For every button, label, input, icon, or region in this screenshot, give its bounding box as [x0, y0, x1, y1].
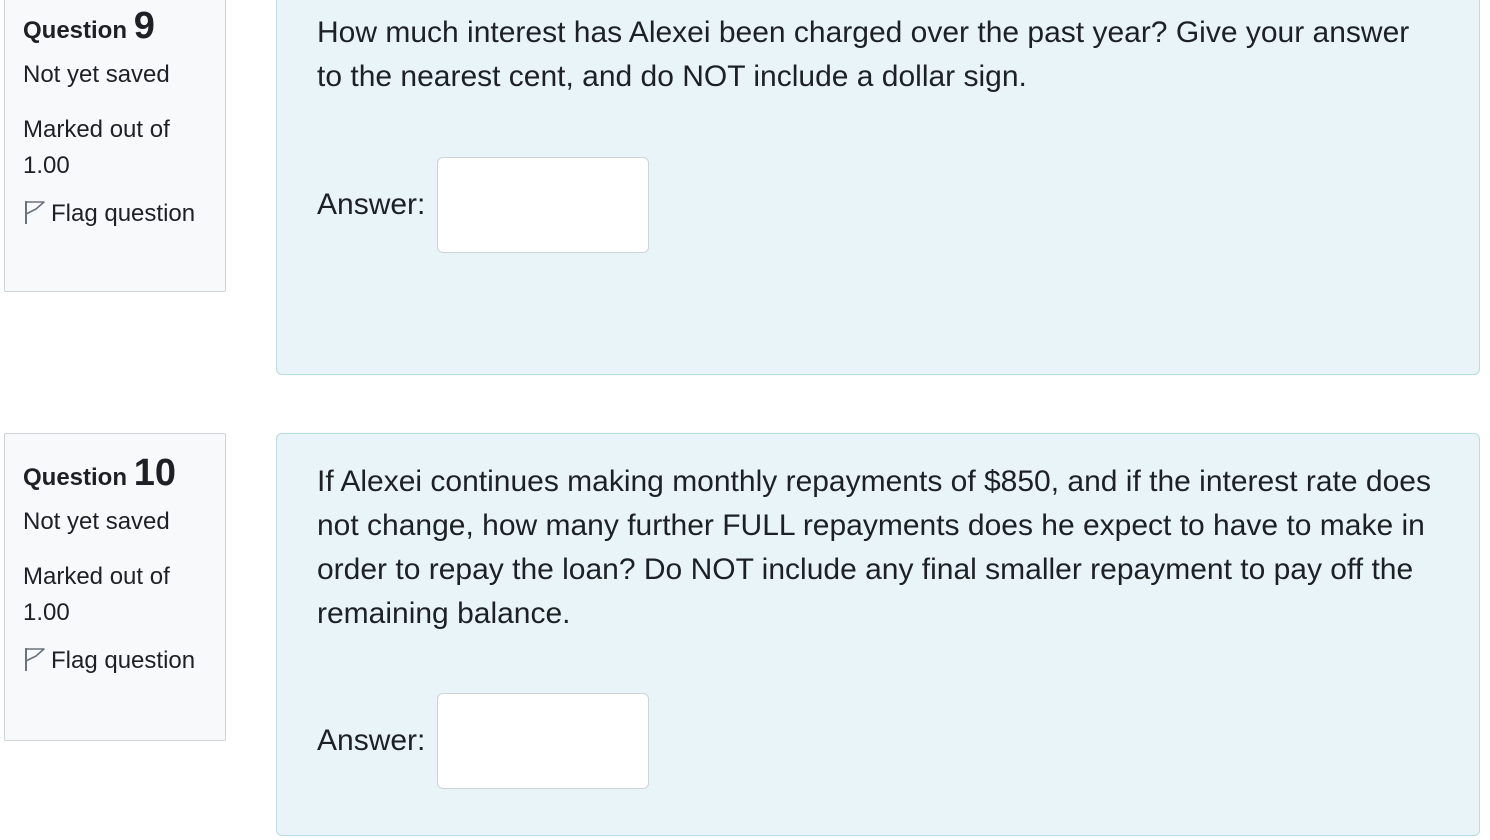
answer-row: Answer: [317, 157, 650, 253]
question-content: If Alexei continues making monthly repay… [276, 433, 1480, 836]
flag-question-label: Flag question [51, 199, 196, 227]
question-number: Question 10 [23, 454, 207, 492]
question-text: If Alexei continues making monthly repay… [317, 465, 1431, 630]
answer-input[interactable] [437, 157, 650, 253]
question-grade: Marked out of 1.00 [23, 115, 170, 179]
question-grade: Marked out of 1.00 [23, 562, 170, 626]
question-content: How much interest has Alexei been charge… [276, 0, 1480, 375]
question-state: Not yet saved [23, 61, 170, 88]
flag-question-label: Flag question [51, 646, 196, 674]
flag-outline-icon [23, 646, 47, 672]
answer-label: Answer: [317, 188, 426, 221]
answer-input[interactable] [437, 693, 650, 789]
answer-label: Answer: [317, 724, 426, 757]
question-state: Not yet saved [23, 508, 170, 535]
answer-row: Answer: [317, 693, 650, 789]
question-label: Question [23, 464, 128, 491]
question-9: Question 9 Not yet saved Marked out of 1… [0, 0, 1490, 380]
question-number-value: 10 [133, 452, 176, 494]
question-info-panel: Question 9 Not yet saved Marked out of 1… [4, 0, 226, 292]
question-info-panel: Question 10 Not yet saved Marked out of … [4, 433, 226, 741]
flag-question-button[interactable]: Flag question [23, 643, 207, 679]
question-number: Question 9 [23, 7, 207, 45]
flag-question-button[interactable]: Flag question [23, 196, 207, 232]
question-text: How much interest has Alexei been charge… [317, 16, 1410, 93]
question-10: Question 10 Not yet saved Marked out of … [0, 433, 1490, 840]
flag-outline-icon [23, 199, 47, 225]
question-label: Question [23, 17, 128, 44]
question-number-value: 9 [133, 5, 155, 47]
